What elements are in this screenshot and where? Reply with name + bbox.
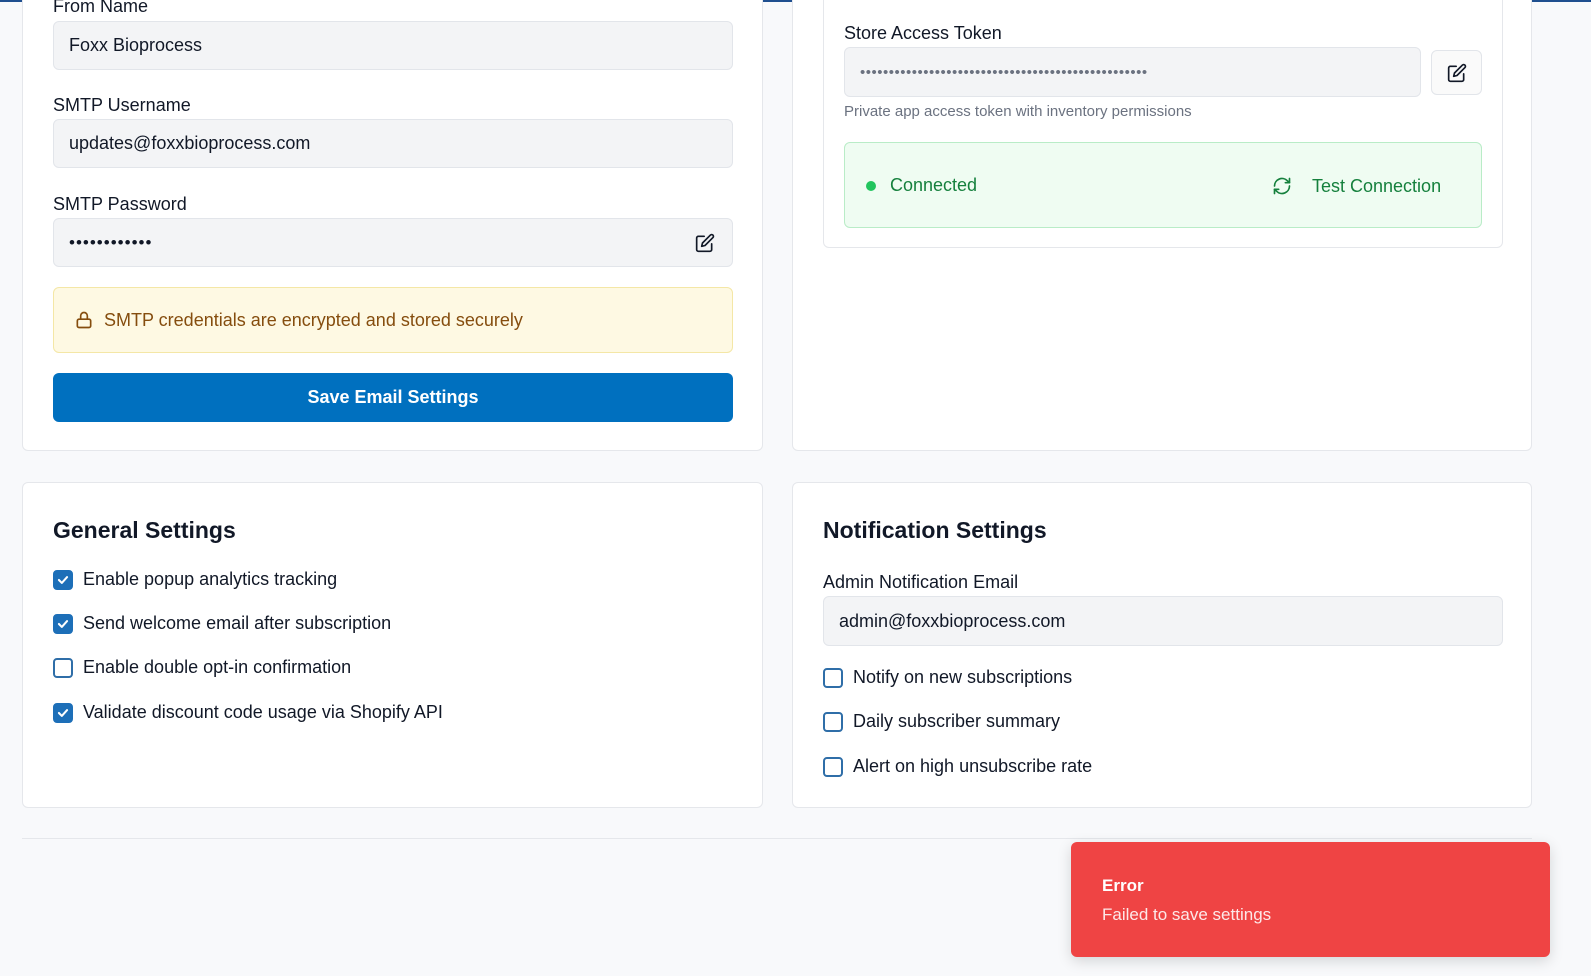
option-label: Daily subscriber summary: [853, 711, 1061, 731]
admin-email-value: admin@foxxbioprocess.com: [839, 610, 1066, 631]
checkbox-checked[interactable]: [53, 569, 73, 590]
option-validate-discount[interactable]: Validate discount code usage via Shopify…: [53, 702, 443, 723]
refresh-icon: [1272, 176, 1292, 196]
checkbox-checked[interactable]: [53, 613, 73, 634]
from-name-value: Foxx Bioprocess: [69, 35, 203, 55]
store-token-input[interactable]: ••••••••••••••••••••••••••••••••••••••••…: [844, 47, 1421, 97]
email-settings-card: From Name Foxx Bioprocess SMTP Username …: [22, 0, 763, 451]
notification-settings-card: Notification Settings Admin Notification…: [792, 482, 1532, 808]
checkbox-unchecked[interactable]: [823, 711, 843, 732]
option-label: Send welcome email after subscription: [83, 613, 392, 633]
status-dot-icon: [866, 181, 876, 191]
option-daily-summary[interactable]: Daily subscriber summary: [823, 711, 1060, 732]
option-popup-analytics[interactable]: Enable popup analytics tracking: [53, 569, 337, 590]
option-notify-new[interactable]: Notify on new subscriptions: [823, 667, 1072, 688]
save-email-settings-button[interactable]: Save Email Settings: [53, 373, 733, 422]
checkbox-unchecked[interactable]: [823, 756, 843, 777]
checkbox-unchecked[interactable]: [823, 667, 843, 688]
secure-notice: SMTP credentials are encrypted and store…: [53, 287, 733, 353]
smtp-username-input[interactable]: updates@foxxbioprocess.com: [53, 119, 733, 168]
secure-notice-text: SMTP credentials are encrypted and store…: [104, 309, 523, 330]
status-text: Connected: [890, 175, 978, 195]
toast-message: Failed to save settings: [1102, 905, 1272, 924]
smtp-username-label: SMTP Username: [53, 95, 191, 115]
from-name-label: From Name: [53, 0, 149, 16]
footer-divider: [22, 838, 1532, 839]
checkbox-checked[interactable]: [53, 702, 73, 723]
toast-title: Error: [1102, 876, 1144, 895]
edit-icon: [1447, 63, 1467, 83]
checkbox-unchecked[interactable]: [53, 657, 73, 678]
smtp-password-label: SMTP Password: [53, 194, 187, 214]
connection-status-box: Connected Test Connection: [844, 142, 1482, 228]
general-settings-title: General Settings: [53, 517, 236, 543]
error-toast[interactable]: Error Failed to save settings: [1071, 842, 1550, 957]
lock-icon: [74, 310, 94, 330]
store-token-label: Store Access Token: [844, 23, 1002, 43]
option-label: Notify on new subscriptions: [853, 667, 1073, 687]
from-name-input[interactable]: Foxx Bioprocess: [53, 21, 733, 70]
save-email-settings-label: Save Email Settings: [307, 387, 479, 407]
option-welcome-email[interactable]: Send welcome email after subscription: [53, 613, 391, 634]
option-label: Alert on high unsubscribe rate: [853, 756, 1093, 776]
smtp-username-value: updates@foxxbioprocess.com: [69, 133, 311, 153]
shopify-settings-card: Store Access Token •••••••••••••••••••••…: [792, 0, 1532, 451]
store-token-value: ••••••••••••••••••••••••••••••••••••••••…: [860, 63, 1148, 81]
test-connection-label: Test Connection: [1312, 175, 1442, 196]
option-label: Enable popup analytics tracking: [83, 569, 338, 589]
edit-password-icon[interactable]: [693, 231, 717, 255]
smtp-password-value: ••••••••••••: [69, 232, 153, 252]
edit-token-button[interactable]: [1431, 50, 1482, 95]
option-label: Enable double opt-in confirmation: [83, 657, 352, 677]
option-double-opt-in[interactable]: Enable double opt-in confirmation: [53, 657, 351, 678]
notification-settings-title: Notification Settings: [823, 517, 1047, 543]
admin-email-input[interactable]: admin@foxxbioprocess.com: [823, 596, 1503, 646]
smtp-password-input[interactable]: ••••••••••••: [53, 218, 733, 267]
test-connection-button[interactable]: Test Connection: [1272, 169, 1441, 203]
general-settings-card: General Settings Enable popup analytics …: [22, 482, 763, 808]
option-label: Validate discount code usage via Shopify…: [83, 702, 443, 722]
store-token-help: Private app access token with inventory …: [844, 103, 1192, 120]
option-unsubscribe-alert[interactable]: Alert on high unsubscribe rate: [823, 756, 1092, 777]
admin-email-label: Admin Notification Email: [823, 572, 1019, 592]
shopify-inner-card: Store Access Token •••••••••••••••••••••…: [823, 0, 1503, 248]
